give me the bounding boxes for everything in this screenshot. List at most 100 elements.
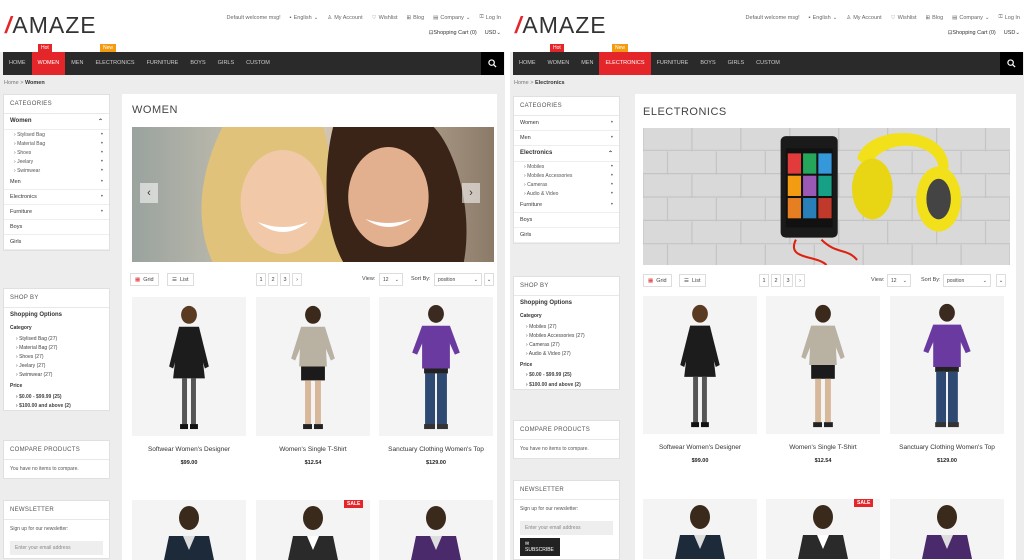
next-page-button[interactable]: › bbox=[795, 274, 805, 287]
category-filter-option[interactable]: › Mobiles Accessories (27) bbox=[514, 331, 619, 340]
subcategory-item[interactable]: › Material Bag • bbox=[4, 139, 109, 148]
product-name[interactable]: Softwear Women's Designer bbox=[127, 446, 251, 453]
product-image[interactable] bbox=[379, 297, 493, 436]
product-image[interactable] bbox=[132, 500, 246, 560]
nav-item-men[interactable]: MEN bbox=[65, 52, 89, 75]
subcategory-item[interactable]: › Stylised Bag • bbox=[4, 130, 109, 139]
category-item-furniture[interactable]: Furniture • bbox=[514, 198, 619, 213]
category-filter-option[interactable]: › Jeelary (27) bbox=[4, 362, 109, 371]
link-blog[interactable]: ⊞ Blog bbox=[407, 15, 425, 21]
page-2-button[interactable]: 2 bbox=[771, 274, 781, 287]
sort-select[interactable]: position ⌄ bbox=[943, 274, 991, 287]
nav-item-home[interactable]: HOME bbox=[3, 52, 32, 75]
next-page-button[interactable]: › bbox=[292, 273, 302, 286]
language-switcher[interactable]: ▪ English ⌄ bbox=[290, 15, 319, 21]
banner-next-button[interactable]: › bbox=[462, 183, 480, 203]
category-filter-option[interactable]: › Mobiles (27) bbox=[514, 322, 619, 331]
product-card[interactable] bbox=[256, 297, 370, 436]
category-filter-option[interactable]: › Swimwear (27) bbox=[4, 371, 109, 380]
category-filter-option[interactable]: › Cameras (27) bbox=[514, 340, 619, 349]
nav-item-men[interactable]: MEN bbox=[575, 52, 599, 75]
category-item-electronics[interactable]: Electronics ⌃ bbox=[514, 146, 619, 162]
product-card[interactable] bbox=[379, 297, 493, 436]
currency-switcher[interactable]: USD⌄ bbox=[1004, 30, 1020, 36]
grid-view-button[interactable]: ▦ Grid bbox=[643, 274, 672, 287]
category-item-girls[interactable]: Girls bbox=[4, 235, 109, 250]
category-filter-option[interactable]: › Shoes (27) bbox=[4, 352, 109, 361]
category-item-furniture[interactable]: Furniture • bbox=[4, 205, 109, 220]
product-image[interactable] bbox=[766, 296, 880, 434]
nav-item-boys[interactable]: BOYS bbox=[694, 52, 721, 75]
nav-item-women[interactable]: WOMEN bbox=[542, 52, 576, 75]
cart-link[interactable]: ⊡Shopping Cart (0) bbox=[429, 30, 477, 36]
product-name[interactable]: Sanctuary Clothing Women's Top bbox=[885, 444, 1009, 451]
product-card[interactable] bbox=[132, 500, 246, 560]
nav-item-home[interactable]: HOME bbox=[513, 52, 542, 75]
product-name[interactable]: Women's Single T-Shirt bbox=[761, 444, 885, 451]
link-blog[interactable]: ⊞ Blog bbox=[926, 15, 944, 21]
product-card[interactable] bbox=[890, 499, 1004, 559]
subcategory-item[interactable]: › Swimwear • bbox=[4, 166, 109, 175]
logo[interactable]: /AMAZE bbox=[5, 12, 97, 39]
list-view-button[interactable]: ☰ List bbox=[167, 273, 194, 286]
nav-item-electronics[interactable]: ELECTRONICS bbox=[599, 52, 651, 75]
cart-link[interactable]: ⊡Shopping Cart (0) bbox=[948, 30, 996, 36]
category-item-boys[interactable]: Boys bbox=[514, 213, 619, 228]
nav-item-custom[interactable]: CUSTOM bbox=[750, 52, 786, 75]
subcategory-item[interactable]: › Audio & Video • bbox=[514, 189, 619, 198]
category-item-men[interactable]: Men • bbox=[4, 175, 109, 190]
product-card[interactable] bbox=[256, 500, 370, 560]
product-image[interactable] bbox=[256, 500, 370, 560]
category-filter-option[interactable]: › Audio & Video (27) bbox=[514, 350, 619, 359]
product-card[interactable] bbox=[766, 499, 880, 559]
link-account[interactable]: ♙ My Account bbox=[846, 15, 881, 21]
nav-item-women[interactable]: WOMEN bbox=[31, 52, 66, 75]
product-image[interactable] bbox=[890, 296, 1004, 434]
nav-item-furniture[interactable]: FURNITURE bbox=[651, 52, 695, 75]
sort-direction-button[interactable]: ⌄ bbox=[996, 274, 1006, 287]
page-1-button[interactable]: 1 bbox=[759, 274, 769, 287]
nav-item-custom[interactable]: CUSTOM bbox=[240, 52, 276, 75]
category-item-electronics[interactable]: Electronics • bbox=[4, 190, 109, 205]
product-image[interactable] bbox=[379, 500, 493, 560]
page-1-button[interactable]: 1 bbox=[256, 273, 266, 286]
language-switcher[interactable]: ▪ English ⌄ bbox=[809, 15, 838, 21]
subcategory-item[interactable]: › Mobiles Accessories • bbox=[514, 171, 619, 180]
page-2-button[interactable]: 2 bbox=[268, 273, 278, 286]
nav-item-furniture[interactable]: FURNITURE bbox=[141, 52, 185, 75]
subcategory-item[interactable]: › Shoes • bbox=[4, 148, 109, 157]
nav-item-electronics[interactable]: ELECTRONICS bbox=[89, 52, 140, 75]
category-item-women[interactable]: Women ⌃ bbox=[4, 114, 109, 130]
list-view-button[interactable]: ☰ List bbox=[679, 274, 706, 287]
link-account[interactable]: ♙ My Account bbox=[327, 15, 362, 21]
nav-item-girls[interactable]: GIRLS bbox=[212, 52, 241, 75]
product-card[interactable] bbox=[379, 500, 493, 560]
search-button[interactable] bbox=[481, 52, 504, 75]
product-image[interactable] bbox=[890, 499, 1004, 559]
subcategory-item[interactable]: › Mobiles • bbox=[514, 162, 619, 171]
product-image[interactable] bbox=[256, 297, 370, 436]
sort-select[interactable]: position ⌄ bbox=[434, 273, 482, 286]
logo[interactable]: /AMAZE bbox=[515, 12, 607, 39]
category-filter-option[interactable]: › Material Bag (27) bbox=[4, 343, 109, 352]
product-card[interactable] bbox=[766, 296, 880, 434]
grid-view-button[interactable]: ▦ Grid bbox=[130, 273, 159, 286]
product-card[interactable] bbox=[643, 296, 757, 434]
product-name[interactable]: Women's Single T-Shirt bbox=[251, 446, 375, 453]
nav-item-boys[interactable]: BOYS bbox=[184, 52, 211, 75]
subcategory-item[interactable]: › Cameras • bbox=[514, 180, 619, 189]
nav-item-girls[interactable]: GIRLS bbox=[722, 52, 751, 75]
category-item-men[interactable]: Men • bbox=[514, 131, 619, 146]
category-item-boys[interactable]: Boys bbox=[4, 220, 109, 235]
category-item-women[interactable]: Women • bbox=[514, 116, 619, 131]
category-item-girls[interactable]: Girls bbox=[514, 228, 619, 243]
price-filter-option[interactable]: › $0.00 - $99.99 (25) bbox=[514, 371, 619, 380]
newsletter-email-input[interactable]: Enter your email address bbox=[520, 521, 613, 535]
newsletter-email-input[interactable]: Enter your email address bbox=[10, 541, 103, 555]
sort-direction-button[interactable]: ⌄ bbox=[484, 273, 494, 286]
category-filter-option[interactable]: › Stylised Bag (27) bbox=[4, 334, 109, 343]
price-filter-option[interactable]: › $100.00 and above (2) bbox=[514, 380, 619, 389]
product-name[interactable]: Sanctuary Clothing Women's Top bbox=[374, 446, 498, 453]
product-name[interactable]: Softwear Women's Designer bbox=[638, 444, 762, 451]
view-count-select[interactable]: 12 ⌄ bbox=[379, 273, 403, 286]
